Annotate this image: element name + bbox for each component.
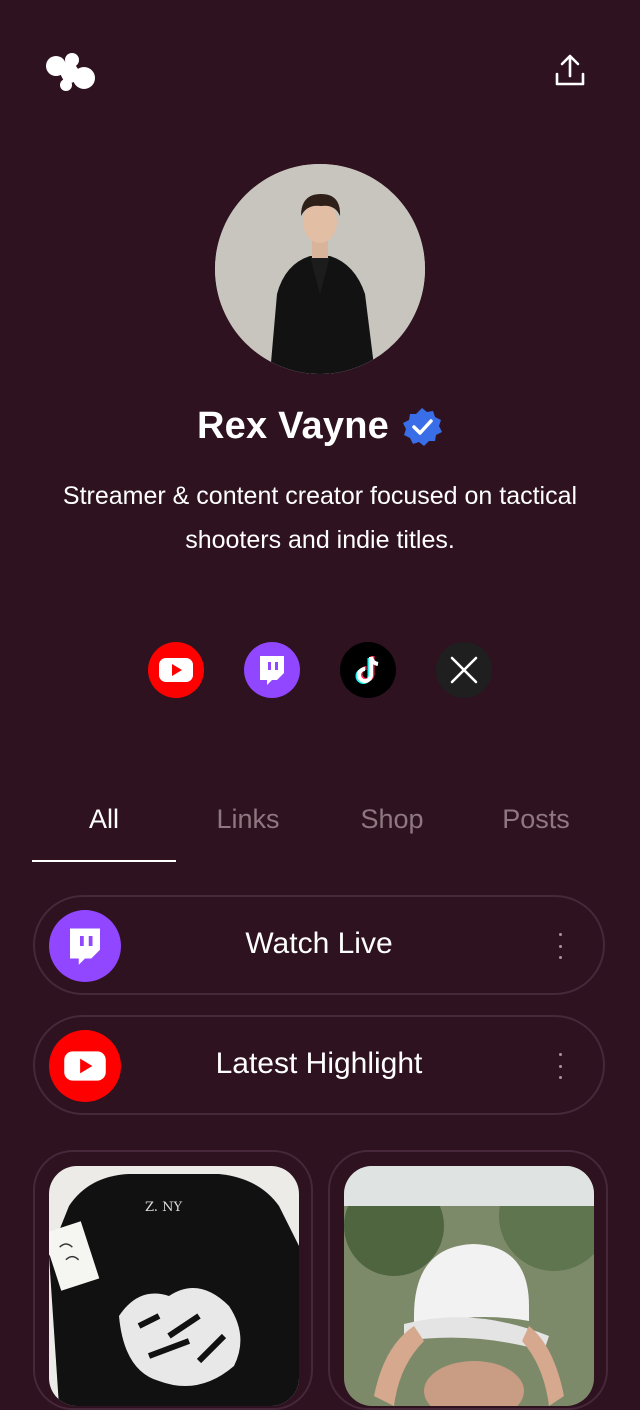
tab-shop[interactable]: Shop (320, 790, 464, 862)
tiktok-icon (355, 656, 379, 684)
social-x-button[interactable] (436, 642, 492, 698)
share-upload-icon (555, 54, 585, 86)
link-card-watch-live[interactable]: Watch Live (33, 895, 605, 995)
profile-name: Rex Vayne (197, 405, 389, 447)
share-button[interactable] (550, 50, 590, 90)
twitch-icon (260, 656, 284, 685)
social-tiktok-button[interactable] (340, 642, 396, 698)
product-card-tshirt[interactable]: Z. NY (33, 1150, 313, 1410)
profile-name-row: Rex Vayne (0, 405, 640, 448)
social-links (0, 642, 640, 698)
product-image-cap (344, 1166, 594, 1406)
tab-posts[interactable]: Posts (464, 790, 608, 862)
more-options-icon[interactable] (557, 933, 563, 959)
more-options-icon[interactable] (557, 1053, 563, 1079)
link-card-latest-highlight[interactable]: Latest Highlight (33, 1015, 605, 1115)
link-title: Latest Highlight (215, 1047, 423, 1080)
link-title: Watch Live (245, 927, 393, 960)
avatar (215, 164, 425, 374)
content-tabs: All Links Shop Posts (32, 790, 608, 862)
app-logo-icon[interactable] (44, 52, 96, 92)
youtube-icon (159, 658, 193, 682)
social-twitch-button[interactable] (244, 642, 300, 698)
top-bar (0, 0, 640, 140)
social-youtube-button[interactable] (148, 642, 204, 698)
verified-badge-icon (401, 406, 443, 448)
profile-bio: Streamer & content creator focused on ta… (62, 482, 578, 554)
x-icon (450, 656, 478, 684)
product-image-tshirt: Z. NY (49, 1166, 299, 1406)
product-card-cap[interactable] (328, 1150, 608, 1410)
svg-text:Z. NY: Z. NY (145, 1200, 182, 1215)
tab-links[interactable]: Links (176, 790, 320, 862)
tab-all[interactable]: All (32, 790, 176, 862)
